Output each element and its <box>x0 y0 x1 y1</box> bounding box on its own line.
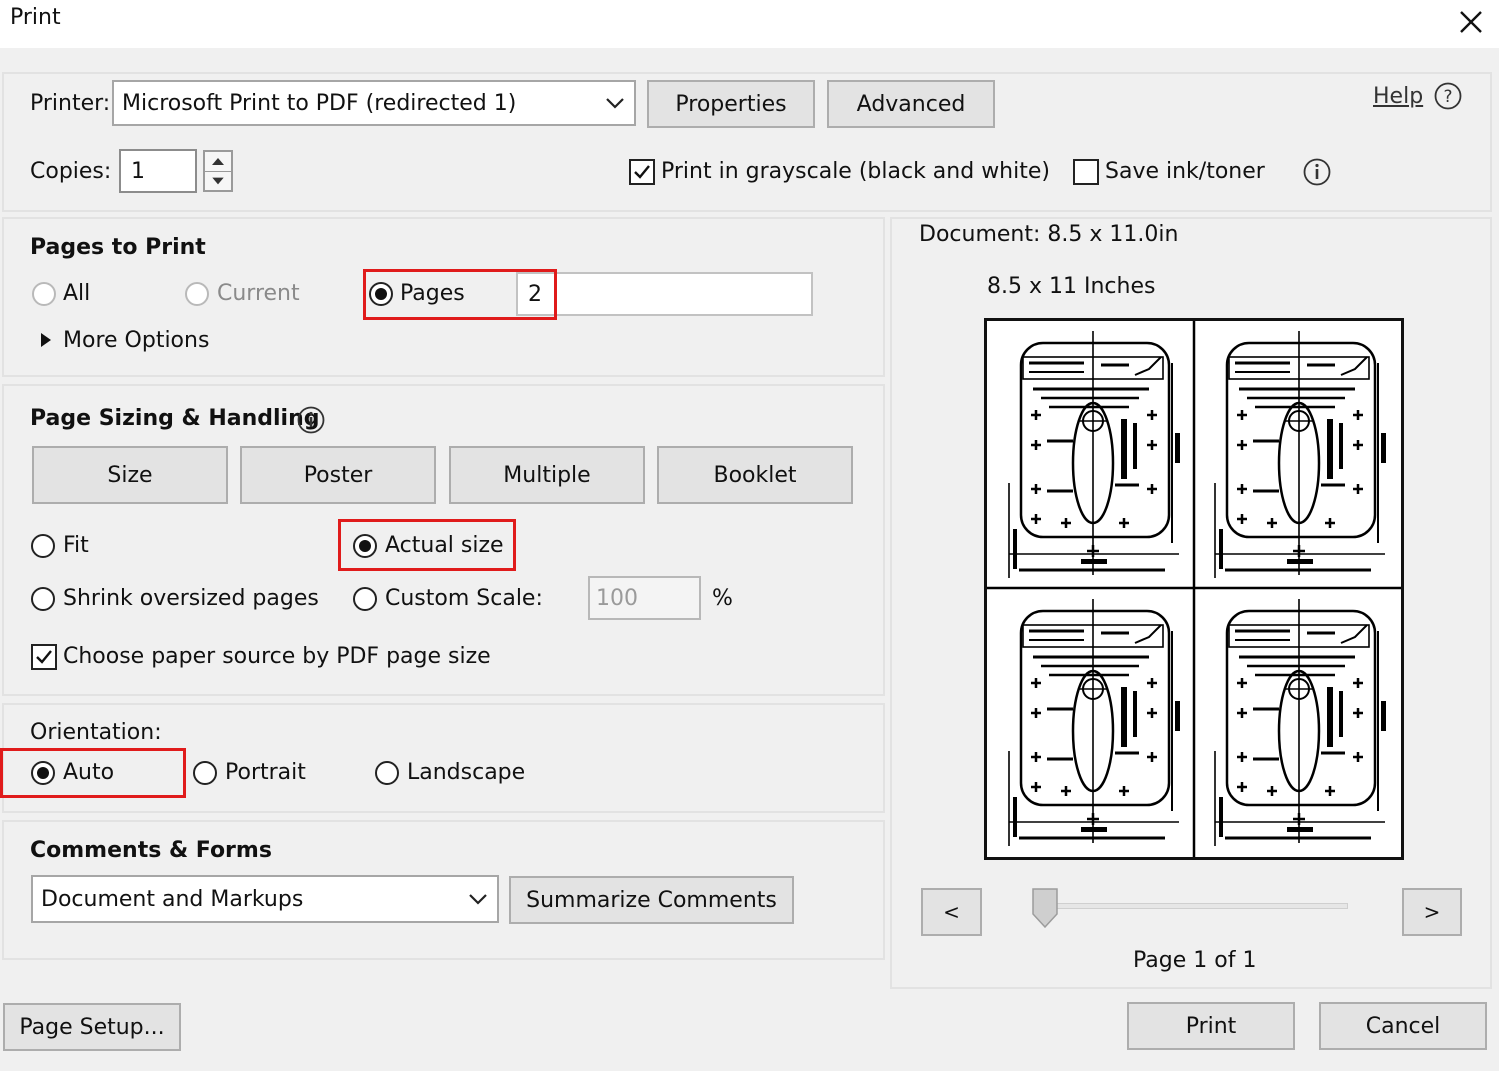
radio-landscape-label[interactable]: Landscape <box>407 762 525 784</box>
info-icon[interactable] <box>1302 157 1332 187</box>
orientation-heading: Orientation: <box>30 720 162 745</box>
info-icon[interactable] <box>296 405 326 435</box>
page-preview <box>984 318 1404 860</box>
radio-current-label[interactable]: Current <box>217 283 300 305</box>
comments-select-value: Document and Markups <box>41 886 304 912</box>
properties-button[interactable]: Properties <box>647 80 815 128</box>
radio-portrait[interactable] <box>193 761 217 785</box>
page-slider-track[interactable] <box>1036 903 1348 909</box>
more-options-link[interactable]: More Options <box>63 330 209 352</box>
custom-scale-value: 100 <box>596 585 638 611</box>
page-setup-button[interactable]: Page Setup... <box>3 1003 181 1051</box>
prev-page-button[interactable]: < <box>921 888 982 936</box>
printer-select[interactable]: Microsoft Print to PDF (redirected 1) <box>112 80 636 126</box>
radio-shrink-label[interactable]: Shrink oversized pages <box>63 588 319 610</box>
page-indicator: Page 1 of 1 <box>1133 948 1257 973</box>
radio-landscape[interactable] <box>375 761 399 785</box>
copies-stepper[interactable] <box>203 150 233 192</box>
paper-source-checkbox[interactable] <box>31 644 57 670</box>
printer-label: Printer: <box>30 91 111 116</box>
chevron-down-icon <box>469 894 487 905</box>
window-title: Print <box>10 5 61 30</box>
save-ink-label[interactable]: Save ink/toner <box>1105 161 1265 183</box>
comments-heading: Comments & Forms <box>30 838 272 863</box>
radio-fit-label[interactable]: Fit <box>63 535 89 557</box>
copies-input[interactable]: 1 <box>119 149 197 193</box>
grayscale-checkbox[interactable] <box>629 159 655 185</box>
checkmark-icon <box>36 650 52 664</box>
pages-range-input[interactable]: 2 <box>516 272 813 316</box>
cancel-button[interactable]: Cancel <box>1319 1002 1487 1050</box>
page-sizing-heading: Page Sizing & Handling <box>30 406 320 431</box>
highlight-auto <box>0 748 186 798</box>
radio-shrink[interactable] <box>31 587 55 611</box>
printer-select-value: Microsoft Print to PDF (redirected 1) <box>122 90 517 116</box>
percent-sign: % <box>712 586 733 611</box>
save-ink-checkbox[interactable] <box>1073 159 1099 185</box>
chevron-down-icon <box>606 98 624 109</box>
radio-custom-scale-label[interactable]: Custom Scale: <box>385 588 543 610</box>
copies-label: Copies: <box>30 159 112 184</box>
advanced-button[interactable]: Advanced <box>827 80 995 128</box>
highlight-actual-size <box>338 519 516 571</box>
checkmark-icon <box>634 165 650 179</box>
expand-triangle-icon[interactable] <box>39 332 53 348</box>
tab-booklet[interactable]: Booklet <box>657 446 853 504</box>
paper-size: 8.5 x 11 Inches <box>987 274 1156 299</box>
tab-size[interactable]: Size <box>32 446 228 504</box>
stepper-down-icon[interactable] <box>205 171 231 190</box>
preview-thumbnails <box>987 321 1401 857</box>
radio-portrait-label[interactable]: Portrait <box>225 762 306 784</box>
paper-source-label[interactable]: Choose paper source by PDF page size <box>63 646 491 668</box>
next-page-button[interactable]: > <box>1402 888 1462 936</box>
stepper-up-icon[interactable] <box>205 152 231 171</box>
title-bar <box>0 0 1499 48</box>
radio-all[interactable] <box>32 282 56 306</box>
radio-fit[interactable] <box>31 534 55 558</box>
question-circle-icon[interactable]: ? <box>1433 81 1463 111</box>
slider-thumb[interactable] <box>1032 888 1058 928</box>
comments-select[interactable]: Document and Markups <box>31 875 499 923</box>
custom-scale-input[interactable]: 100 <box>588 576 701 620</box>
tab-poster[interactable]: Poster <box>240 446 436 504</box>
close-icon[interactable] <box>1455 6 1487 38</box>
print-button[interactable]: Print <box>1127 1002 1295 1050</box>
pages-to-print-heading: Pages to Print <box>30 235 206 260</box>
grayscale-label[interactable]: Print in grayscale (black and white) <box>661 161 1050 183</box>
copies-value: 1 <box>131 158 145 184</box>
summarize-comments-button[interactable]: Summarize Comments <box>509 876 794 924</box>
radio-current[interactable] <box>185 282 209 306</box>
help-link[interactable]: Help <box>1373 86 1423 108</box>
highlight-pages <box>363 269 557 320</box>
svg-text:?: ? <box>1443 87 1452 107</box>
radio-custom-scale[interactable] <box>353 587 377 611</box>
document-size: Document: 8.5 x 11.0in <box>919 222 1179 247</box>
radio-all-label[interactable]: All <box>63 283 90 305</box>
tab-multiple[interactable]: Multiple <box>449 446 645 504</box>
